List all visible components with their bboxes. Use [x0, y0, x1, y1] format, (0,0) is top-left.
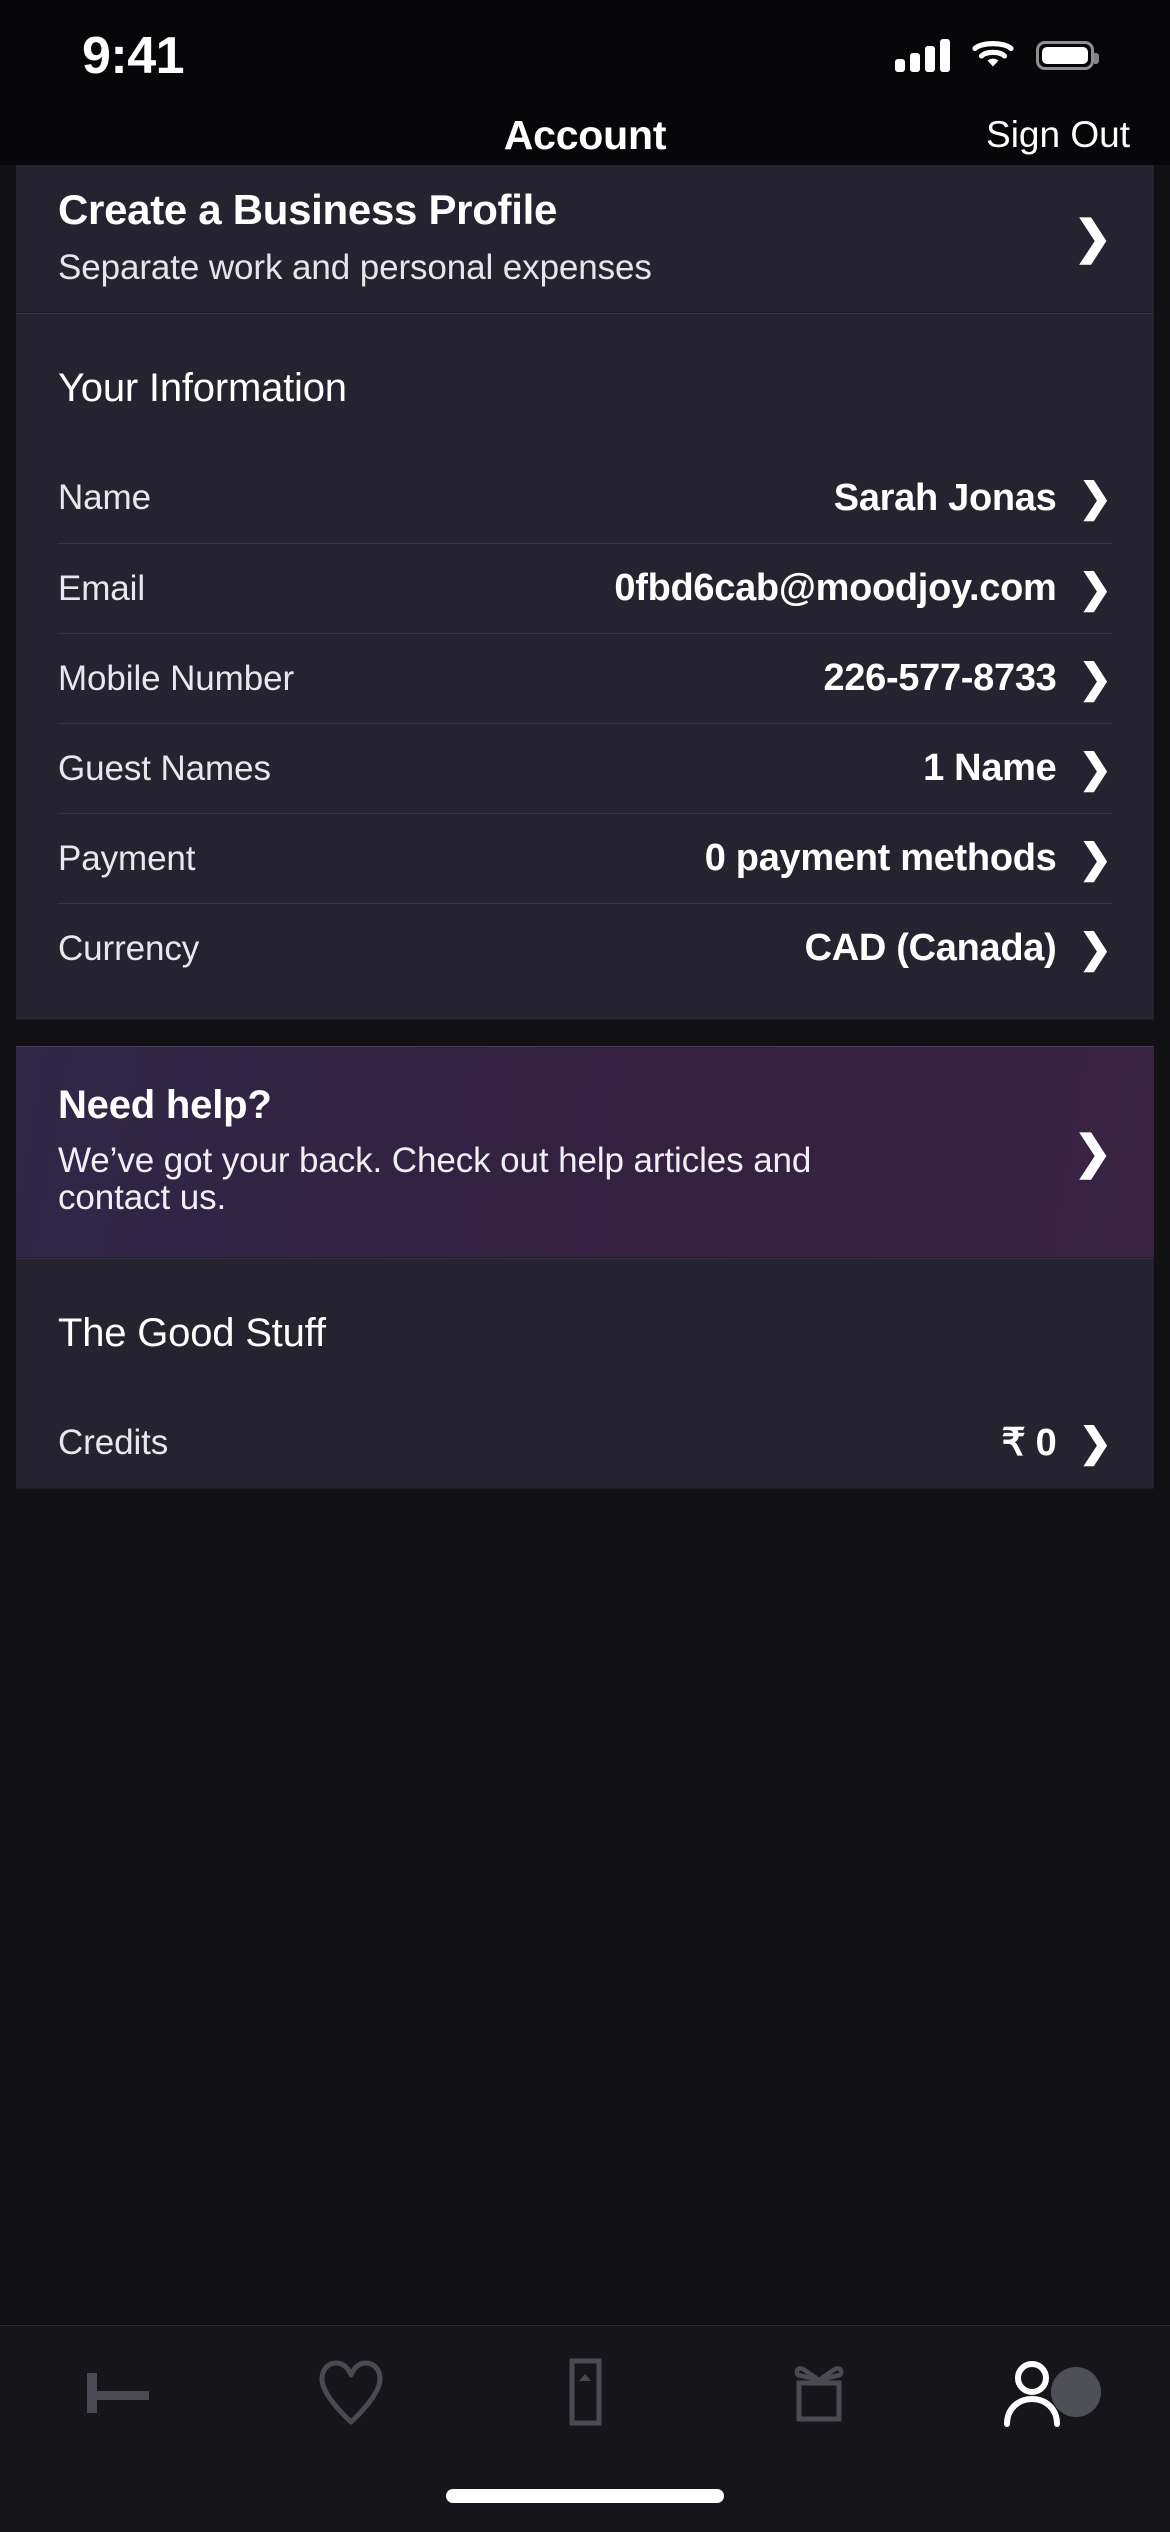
chevron-right-icon: ❯	[1073, 210, 1112, 263]
home-indicator-area	[0, 2460, 1170, 2532]
chevron-right-icon: ❯	[1078, 926, 1112, 971]
need-help-title: Need help?	[58, 1083, 272, 1127]
person-icon	[998, 2356, 1108, 2430]
info-row-email[interactable]: Email 0fbd6cab@moodjoy.com ❯	[58, 543, 1112, 633]
tab-stays[interactable]	[0, 2326, 234, 2460]
row-value: CAD (Canada)	[804, 927, 1057, 969]
info-row-guest-names[interactable]: Guest Names 1 Name ❯	[58, 723, 1112, 813]
row-label: Mobile Number	[58, 658, 295, 698]
chevron-right-icon: ❯	[1073, 1125, 1112, 1178]
row-value: 0fbd6cab@moodjoy.com	[614, 567, 1057, 609]
business-profile-subtitle: Separate work and personal expenses	[58, 247, 652, 287]
business-profile-title: Create a Business Profile	[58, 185, 558, 233]
chevron-right-icon: ❯	[1078, 476, 1112, 520]
create-business-profile-card[interactable]: Create a Business Profile Separate work …	[16, 165, 1154, 313]
gift-icon	[776, 2357, 862, 2429]
ticket-icon	[555, 2355, 615, 2431]
row-value: 1 Name	[923, 747, 1057, 789]
row-value: 0 payment methods	[704, 837, 1057, 879]
row-label: Payment	[58, 838, 196, 878]
need-help-subtitle: We’ve got your back. Check out help arti…	[58, 1141, 812, 1218]
row-value: Sarah Jonas	[833, 476, 1057, 519]
status-bar-clock: 9:41	[82, 26, 185, 85]
sign-out-button[interactable]: Sign Out	[986, 114, 1130, 156]
heart-icon	[315, 2358, 387, 2428]
status-bar: 9:41	[0, 0, 1170, 105]
tab-trips[interactable]	[468, 2326, 702, 2460]
page-title: Account	[503, 111, 667, 158]
row-label: Name	[58, 478, 151, 517]
info-row-payment[interactable]: Payment 0 payment methods ❯	[58, 813, 1112, 903]
your-information-title: Your Information	[58, 366, 347, 410]
battery-icon	[1036, 41, 1099, 70]
home-indicator[interactable]	[446, 2489, 724, 2503]
bed-icon	[77, 2361, 157, 2425]
chevron-right-icon: ❯	[1078, 1420, 1112, 1465]
the-good-stuff-title: The Good Stuff	[58, 1310, 326, 1355]
signal-bars-icon	[895, 39, 950, 72]
need-help-card[interactable]: Need help? We’ve got your back. Check ou…	[16, 1046, 1154, 1258]
bottom-tab-bar	[0, 2325, 1170, 2460]
info-row-credits[interactable]: Credits ₹ 0 ❯	[58, 1398, 1112, 1488]
row-label: Credits	[58, 1422, 169, 1462]
info-row-mobile-number[interactable]: Mobile Number 226-577-8733 ❯	[58, 633, 1112, 723]
info-row-currency[interactable]: Currency CAD (Canada) ❯	[58, 903, 1112, 993]
the-good-stuff-card: The Good Stuff Credits ₹ 0 ❯	[16, 1257, 1154, 1489]
tab-rewards[interactable]	[702, 2326, 936, 2460]
status-bar-indicators	[895, 31, 1099, 74]
row-label: Currency	[58, 928, 200, 968]
chevron-right-icon: ❯	[1078, 566, 1112, 611]
info-row-name[interactable]: Name Sarah Jonas ❯	[58, 453, 1112, 543]
row-value: 226-577-8733	[823, 657, 1057, 699]
chevron-right-icon: ❯	[1078, 656, 1112, 701]
tab-account[interactable]	[936, 2326, 1170, 2460]
wifi-icon	[972, 37, 1014, 74]
phone-screen: 9:41 Account Sign Out Create a Business …	[0, 0, 1170, 2532]
navigation-bar: Account Sign Out	[0, 105, 1170, 165]
account-scroll-content[interactable]: Create a Business Profile Separate work …	[0, 165, 1170, 2325]
row-value: ₹ 0	[1001, 1422, 1057, 1465]
row-label: Email	[58, 568, 146, 608]
chevron-right-icon: ❯	[1078, 746, 1112, 791]
your-information-card: Your Information Name Sarah Jonas ❯ Emai…	[16, 313, 1154, 1020]
chevron-right-icon: ❯	[1078, 836, 1112, 881]
row-label: Guest Names	[58, 748, 271, 788]
tab-favorites[interactable]	[234, 2326, 468, 2460]
